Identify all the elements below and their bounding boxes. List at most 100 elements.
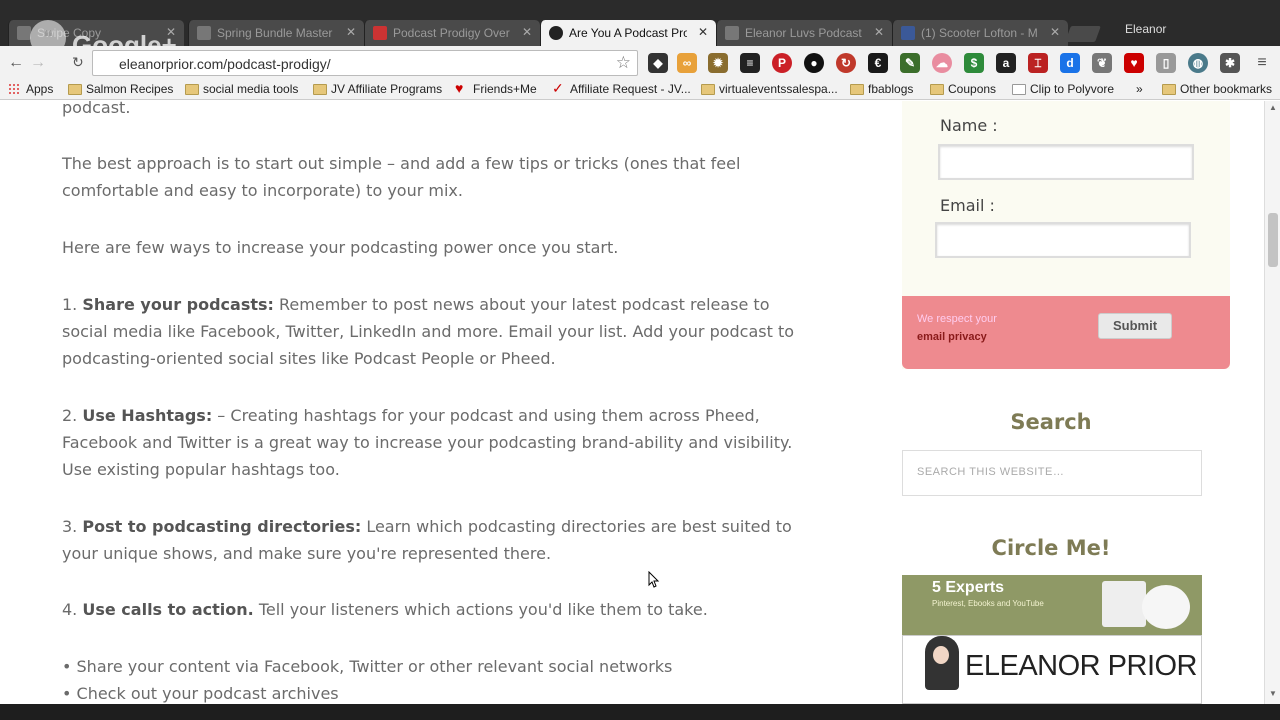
amazon-icon[interactable]: a [996, 53, 1016, 73]
bookmark-label: Affiliate Request - JV... [570, 82, 691, 96]
forward-arrow-icon[interactable]: → [30, 54, 46, 72]
item-title: Post to podcasting directories: [82, 517, 362, 536]
dollar-icon[interactable]: $ [964, 53, 984, 73]
scroll-up-arrow-icon[interactable]: ▲ [1269, 103, 1277, 112]
bookmark-salmon-recipes[interactable]: Salmon Recipes [68, 82, 173, 96]
item-title: Use calls to action. [82, 600, 254, 619]
puzzle-icon[interactable]: ✱ [1220, 53, 1240, 73]
address-bar[interactable]: eleanorprior.com/podcast-prodigy/ ☆ [92, 50, 638, 76]
bookmark-clip-to-polyvore[interactable]: Clip to Polyvore [1012, 82, 1114, 96]
facebook-icon [901, 26, 915, 40]
close-icon[interactable]: ✕ [698, 25, 708, 39]
bookmark-label: virtualeventssalespa... [719, 82, 838, 96]
bookmark-label: Apps [26, 82, 54, 96]
item-number: 1. [62, 295, 78, 314]
pinterest-icon[interactable]: P [772, 53, 792, 73]
bookmark-label: social media tools [203, 82, 299, 96]
optin-form: Name : Email : We respect your email pri… [902, 101, 1230, 369]
privacy-note: We respect your email privacy [917, 310, 997, 346]
globe-icon[interactable]: ◍ [1188, 53, 1208, 73]
search-widget-title: Search [1010, 410, 1092, 434]
bookmark-label: Salmon Recipes [86, 82, 174, 96]
bookmark-jv-affiliate[interactable]: JV Affiliate Programs [313, 82, 442, 96]
google-plus-icon [373, 26, 387, 40]
bullet-item: • Share your content via Facebook, Twitt… [62, 657, 673, 676]
brain-icon[interactable]: ☁ [932, 53, 952, 73]
feather-icon[interactable]: ❦ [1092, 53, 1112, 73]
page-icon [197, 26, 211, 40]
menu-icon[interactable]: ≡ [1252, 53, 1272, 73]
chevron-right-icon: » [1136, 82, 1143, 96]
evernote-icon[interactable]: € [868, 53, 888, 73]
bookmark-friends-me[interactable]: ♥ Friends+Me [455, 80, 537, 96]
refresh-circle-icon[interactable]: ↻ [836, 53, 856, 73]
close-icon[interactable]: ✕ [1050, 25, 1060, 39]
bookmark-coupons[interactable]: Coupons [930, 82, 996, 96]
eyedropper-icon[interactable]: ✎ [900, 53, 920, 73]
item-number: 2. [62, 406, 78, 425]
page-icon [725, 26, 739, 40]
bookmark-apps[interactable]: Apps [8, 82, 53, 96]
buffer-icon[interactable]: ≡ [740, 53, 760, 73]
close-icon[interactable]: ✕ [346, 25, 356, 39]
bookmark-affiliate-request[interactable]: ✓ Affiliate Request - JV... [552, 80, 691, 96]
folder-icon [68, 84, 82, 95]
close-icon[interactable]: ✕ [522, 25, 532, 39]
bookmark-other[interactable]: Other bookmarks [1162, 82, 1272, 96]
tab-eleanor-luvs-podcast[interactable]: Eleanor Luvs Podcast ✕ [716, 20, 892, 46]
bookmark-social-media-tools[interactable]: social media tools [185, 82, 298, 96]
window-bottom-frame [0, 704, 1280, 720]
tool-icon[interactable]: ⌶ [1028, 53, 1048, 73]
item-text: Tell your listeners which actions you'd … [253, 600, 708, 619]
scrollbar-thumb[interactable] [1268, 213, 1278, 267]
folder-icon [313, 84, 327, 95]
bullet-item: • Check out your podcast archives [62, 684, 339, 703]
folder-icon [850, 84, 864, 95]
vertical-scrollbar[interactable]: ▲ ▼ [1264, 101, 1280, 704]
tab-title: Eleanor Luvs Podcast [745, 26, 862, 40]
bookmark-star-icon[interactable]: ☆ [616, 53, 631, 73]
gear-bug-icon[interactable]: ✹ [708, 53, 728, 73]
tab-scooter-lofton[interactable]: (1) Scooter Lofton - M ✕ [892, 20, 1068, 46]
name-label: Name : [940, 116, 998, 135]
new-tab-button[interactable] [1065, 26, 1101, 42]
optin-footer: We respect your email privacy Submit [902, 296, 1230, 369]
bookmarks-overflow[interactable]: » [1118, 82, 1143, 96]
name-field[interactable] [938, 144, 1194, 180]
ebook-cover-image [1102, 581, 1146, 627]
item-title: Use Hashtags: [82, 406, 213, 425]
back-arrow-icon[interactable]: ← [8, 54, 24, 72]
color-wheel-icon[interactable]: ● [804, 53, 824, 73]
tab-title: Spring Bundle Master [217, 26, 333, 40]
privacy-link[interactable]: email privacy [917, 328, 997, 346]
profile-name[interactable]: Eleanor [1125, 22, 1166, 36]
email-field[interactable] [935, 222, 1191, 258]
pretzel-icon[interactable]: ∞ [677, 53, 697, 73]
close-icon[interactable]: ✕ [874, 25, 884, 39]
tab-podcast-prodigy-over[interactable]: Podcast Prodigy Over ✕ [364, 20, 540, 46]
bookmark-label: Friends+Me [473, 82, 537, 96]
bookmark-fbablogs[interactable]: fbablogs [850, 82, 913, 96]
submit-button[interactable]: Submit [1098, 313, 1172, 339]
promo-banner[interactable]: 5 Experts Pinterest, Ebooks and YouTube … [902, 575, 1202, 704]
heart-plus-icon[interactable]: ♥ [1124, 53, 1144, 73]
page-icon[interactable]: ▯ [1156, 53, 1176, 73]
url-text[interactable]: eleanorprior.com/podcast-prodigy/ [119, 56, 331, 72]
bookmark-label: fbablogs [868, 82, 914, 96]
folder-icon [1162, 84, 1176, 95]
item-title: Share your podcasts: [82, 295, 274, 314]
bookmark-virtualevents[interactable]: virtualeventssalespa... [701, 82, 838, 96]
portrait-face [933, 646, 949, 664]
banner-name: ELEANOR PRIOR [965, 650, 1198, 682]
tab-title: (1) Scooter Lofton - M [921, 26, 1038, 40]
d-icon[interactable]: d [1060, 53, 1080, 73]
owl-icon[interactable]: ◆ [648, 53, 668, 73]
scroll-down-arrow-icon[interactable]: ▼ [1269, 689, 1277, 698]
apps-grid-icon [8, 83, 20, 95]
search-input[interactable]: SEARCH THIS WEBSITE… [902, 450, 1202, 496]
reload-icon[interactable]: ↻ [72, 54, 84, 71]
tab-podcast-pro[interactable]: Are You A Podcast Pro ✕ [540, 20, 716, 46]
bookmark-label: Coupons [948, 82, 997, 96]
folder-icon [930, 84, 944, 95]
tab-spring-bundle[interactable]: Spring Bundle Master ✕ [188, 20, 364, 46]
